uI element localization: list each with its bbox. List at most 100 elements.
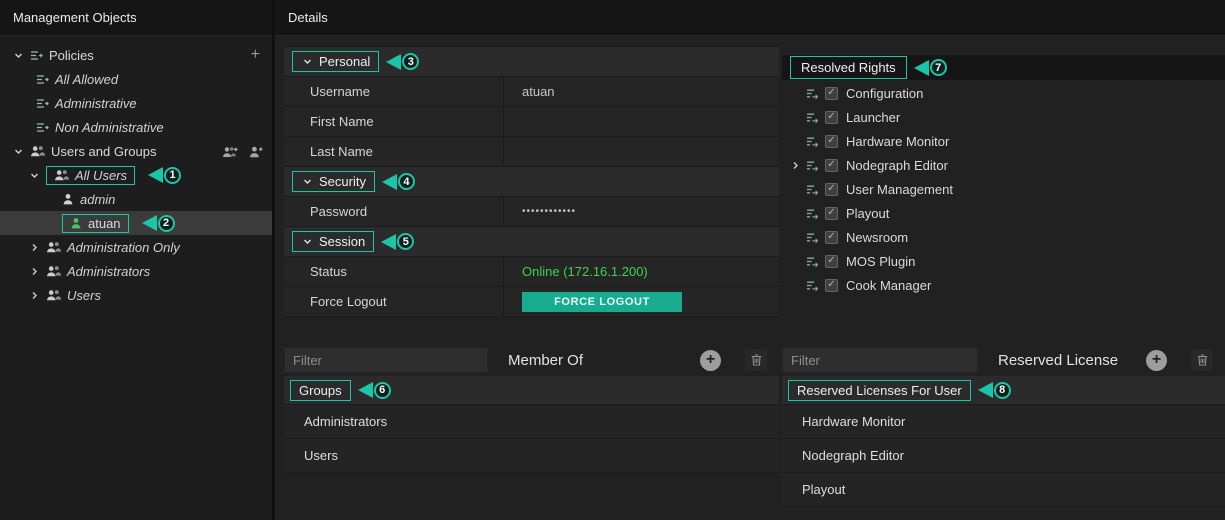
rights-item-playout[interactable]: ✓ Playout — [782, 201, 1225, 225]
reserved-licenses-header: Reserved Licenses For User 8 — [782, 376, 1225, 405]
rights-item-cook-manager[interactable]: ✓ Cook Manager — [782, 273, 1225, 297]
field-label: Last Name — [284, 137, 504, 166]
callout-3: 3 — [386, 53, 419, 70]
callout-arrow-icon — [381, 234, 396, 250]
rights-item-nodegraph-editor[interactable]: ✓ Nodegraph Editor — [782, 153, 1225, 177]
tree-item-policies[interactable]: Policies + — [0, 43, 272, 67]
callout-arrow-icon — [142, 215, 157, 231]
tree-item-all-allowed[interactable]: All Allowed — [0, 67, 272, 91]
add-group-icon[interactable] — [222, 145, 239, 158]
tree-item-all-users[interactable]: All Users 1 — [0, 163, 272, 187]
license-row-nodegraph-editor[interactable]: Nodegraph Editor — [782, 439, 1225, 473]
chevron-down-icon[interactable] — [12, 147, 24, 156]
username-value: atuan — [504, 77, 779, 106]
add-user-icon[interactable] — [249, 145, 264, 158]
rights-item-hardware-monitor[interactable]: ✓ Hardware Monitor — [782, 129, 1225, 153]
chevron-right-icon[interactable] — [790, 161, 800, 170]
rights-icon — [806, 232, 819, 243]
callout-arrow-icon — [978, 382, 993, 398]
checkbox-checked[interactable]: ✓ — [825, 231, 838, 244]
field-label: Password — [284, 197, 504, 226]
chevron-right-icon[interactable] — [28, 291, 40, 300]
member-of-filter-input[interactable] — [284, 347, 488, 373]
tree-item-admin[interactable]: admin — [0, 187, 272, 211]
rights-icon — [806, 208, 819, 219]
chevron-right-icon[interactable] — [28, 243, 40, 252]
reserved-license-filter-input[interactable] — [782, 347, 978, 373]
checkbox-checked[interactable]: ✓ — [825, 111, 838, 124]
tree-label: Administrative — [55, 96, 137, 111]
rights-icon — [806, 160, 819, 171]
add-license-button[interactable]: + — [1146, 350, 1167, 371]
checkbox-checked[interactable]: ✓ — [825, 279, 838, 292]
tree-item-atuan[interactable]: atuan 2 — [0, 211, 272, 235]
checkbox-checked[interactable]: ✓ — [825, 183, 838, 196]
callout-arrow-icon — [382, 174, 397, 190]
callout-arrow-icon — [386, 54, 401, 70]
personal-section-header[interactable]: Personal — [292, 51, 379, 72]
member-of-toolbar: Member Of + — [284, 346, 779, 374]
trash-icon[interactable] — [1191, 349, 1213, 371]
groups-header: Groups 6 — [284, 376, 779, 405]
security-section-header[interactable]: Security — [292, 171, 375, 192]
tree-item-users-and-groups[interactable]: Users and Groups — [0, 139, 272, 163]
tree-item-administrative[interactable]: Administrative — [0, 91, 272, 115]
tree-label: All Allowed — [55, 72, 118, 87]
checkbox-checked[interactable]: ✓ — [825, 87, 838, 100]
tree-label: atuan — [88, 216, 121, 231]
checkbox-checked[interactable]: ✓ — [825, 255, 838, 268]
rights-item-newsroom[interactable]: ✓ Newsroom — [782, 225, 1225, 249]
checkbox-checked[interactable]: ✓ — [825, 135, 838, 148]
rights-item-launcher[interactable]: ✓ Launcher — [782, 105, 1225, 129]
chevron-down-icon — [301, 237, 313, 246]
callout-6: 6 — [358, 382, 391, 399]
group-row-administrators[interactable]: Administrators — [284, 405, 779, 439]
chevron-down-icon[interactable] — [12, 51, 24, 60]
callout-7: 7 — [914, 59, 947, 76]
atuan-highlight-box[interactable]: atuan — [62, 214, 129, 233]
object-tree: Policies + All Allowed Administrative No… — [0, 36, 272, 307]
force-logout-button[interactable]: FORCE LOGOUT — [522, 292, 682, 312]
group-row-users[interactable]: Users — [284, 439, 779, 473]
tree-item-users[interactable]: Users — [0, 283, 272, 307]
tree-item-administrators[interactable]: Administrators — [0, 259, 272, 283]
tree-item-administration-only[interactable]: Administration Only — [0, 235, 272, 259]
tree-label: All Users — [75, 168, 127, 183]
all-users-highlight-box[interactable]: All Users — [46, 166, 135, 185]
callout-5: 5 — [381, 233, 414, 250]
chevron-right-icon[interactable] — [28, 267, 40, 276]
status-row: Status Online (172.16.1.200) — [284, 257, 779, 287]
callout-arrow-icon — [148, 167, 163, 183]
chevron-down-icon[interactable] — [28, 171, 40, 180]
checkbox-checked[interactable]: ✓ — [825, 159, 838, 172]
rights-item-user-management[interactable]: ✓ User Management — [782, 177, 1225, 201]
tree-item-non-administrative[interactable]: Non Administrative — [0, 115, 272, 139]
rights-item-mos-plugin[interactable]: ✓ MOS Plugin — [782, 249, 1225, 273]
group-icon — [46, 289, 61, 301]
tree-label: Policies — [49, 48, 94, 63]
rights-icon — [806, 88, 819, 99]
reserved-license-table: Reserved Licenses For User 8 Hardware Mo… — [782, 376, 1225, 507]
section-security[interactable]: Security 4 — [284, 167, 779, 197]
section-personal[interactable]: Personal 3 — [284, 47, 779, 77]
tree-label: Administrators — [67, 264, 150, 279]
lastname-value[interactable] — [504, 137, 779, 166]
section-session[interactable]: Session 5 — [284, 227, 779, 257]
rights-icon — [806, 136, 819, 147]
policy-icon — [30, 50, 43, 61]
license-row-hardware-monitor[interactable]: Hardware Monitor — [782, 405, 1225, 439]
rights-icon — [806, 256, 819, 267]
password-value[interactable]: •••••••••••• — [504, 197, 779, 226]
sidebar-title: Management Objects — [0, 0, 272, 36]
session-section-header[interactable]: Session — [292, 231, 374, 252]
member-of-title: Member Of — [508, 352, 583, 369]
add-policy-button[interactable]: + — [247, 47, 264, 63]
license-row-playout[interactable]: Playout — [782, 473, 1225, 507]
resolved-rights-title: Resolved Rights — [790, 56, 907, 79]
app-window: Management Objects Policies + All Allowe… — [0, 0, 1225, 520]
checkbox-checked[interactable]: ✓ — [825, 207, 838, 220]
rights-item-configuration[interactable]: ✓ Configuration — [782, 81, 1225, 105]
trash-icon[interactable] — [745, 349, 767, 371]
firstname-value[interactable] — [504, 107, 779, 136]
add-membership-button[interactable]: + — [700, 350, 721, 371]
